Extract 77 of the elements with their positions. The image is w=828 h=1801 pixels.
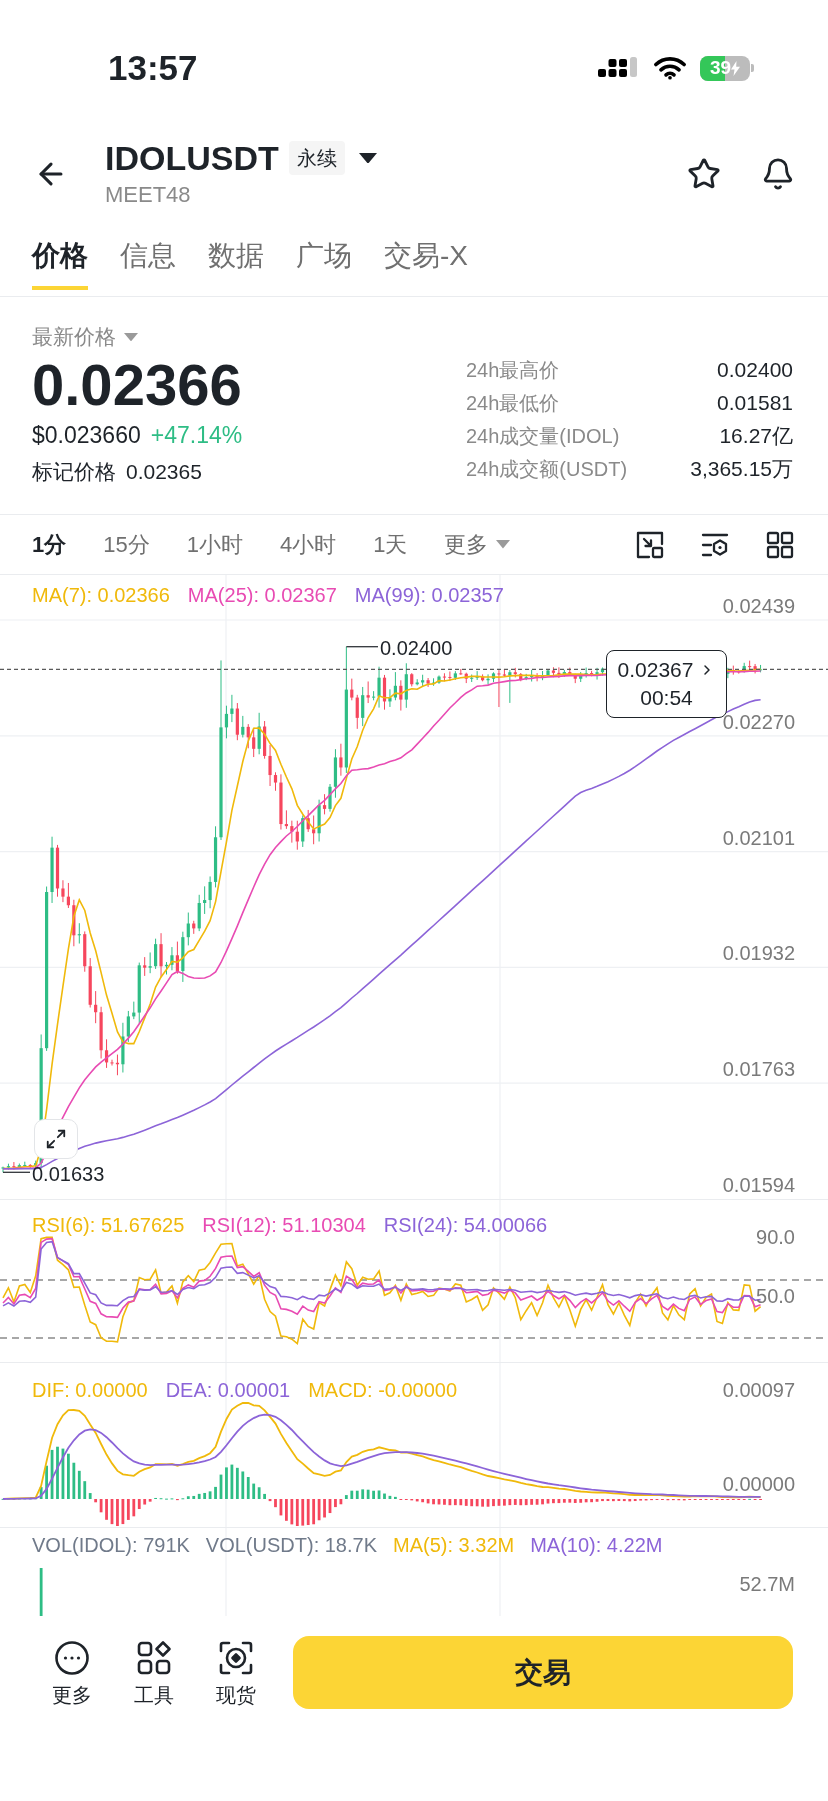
stat-label: 24h成交量(IDOL) [466, 423, 620, 449]
price-type-dropdown[interactable]: 最新价格 [32, 322, 138, 352]
caret-down-icon[interactable] [358, 152, 377, 164]
price-tag-value: 0.02367 [617, 657, 694, 683]
charging-bolt-icon [731, 60, 741, 76]
stat-value: 0.01581 [717, 389, 793, 416]
stat-value: 3,365.15万 [690, 455, 793, 482]
axis-label: 0.01763 [722, 1057, 795, 1082]
more-icon [54, 1640, 90, 1676]
axis-label: 0.02439 [722, 594, 795, 618]
interval-tab[interactable]: 1分 [32, 529, 67, 560]
indicator-value-label: VOL(IDOL): 791K [32, 1533, 190, 1557]
interval-tab[interactable]: 1天 [373, 529, 408, 560]
signal-icon [598, 57, 640, 79]
leader-line [345, 646, 379, 648]
tab[interactable]: 数据 [208, 228, 264, 296]
price-change: +47.14% [150, 421, 243, 450]
interval-tab[interactable]: 4小时 [280, 529, 337, 560]
axis-label: 0.01594 [722, 1173, 795, 1197]
countdown-timer: 00:54 [640, 685, 693, 711]
indicator-value-label: RSI(6): 51.67625 [32, 1213, 185, 1237]
stat-label: 24h成交额(USDT) [466, 456, 628, 482]
indicator-value-label: MA(7): 0.02366 [32, 583, 170, 607]
indicator-value-label: MA(99): 0.02357 [354, 583, 504, 607]
stat-label: 24h最低价 [466, 390, 560, 416]
project-name: MEET48 [105, 181, 192, 209]
stat-label: 24h最高价 [466, 357, 560, 383]
stat-value: 16.27亿 [719, 422, 793, 449]
indicator-value-label: MA(5): 3.32M [393, 1533, 515, 1557]
indicator-value-label: MA(25): 0.02367 [187, 583, 337, 607]
axis-label: 0.02101 [722, 825, 795, 850]
indicator-value-label: RSI(24): 54.00066 [383, 1213, 548, 1237]
interval-menu[interactable]: 更多 [444, 529, 511, 560]
tab[interactable]: 价格 [32, 228, 88, 296]
last-price: 0.02366 [32, 354, 242, 416]
toolbar-button[interactable]: 工具 [124, 1640, 184, 1708]
bell-icon[interactable] [761, 157, 795, 191]
indicator-value-label: VOL(USDT): 18.7K [205, 1533, 377, 1557]
expand-icon[interactable] [34, 1119, 78, 1159]
square-arrow-icon[interactable] [636, 530, 664, 559]
mark-price-value: 0.02365 [126, 459, 202, 485]
coin-scan-icon [218, 1640, 254, 1676]
axis-label: 0.00000 [722, 1472, 795, 1496]
shapes-icon [136, 1640, 172, 1676]
leader-line [2, 1171, 31, 1173]
wifi-icon [653, 56, 687, 80]
caret-down-icon [496, 540, 511, 549]
indicator-value-label: MA(10): 4.22M [530, 1533, 663, 1557]
usd-price: $0.023660 [32, 421, 141, 450]
clock-time: 13:57 [108, 47, 198, 89]
indicator-value-label: DEA: 0.00001 [165, 1378, 291, 1402]
indicator-value-label: RSI(12): 51.10304 [202, 1213, 366, 1237]
volume-bar [39, 1568, 43, 1616]
stat-value: 0.02400 [717, 356, 793, 383]
pair-symbol: IDOLUSDT [105, 138, 279, 178]
interval-tab[interactable]: 15分 [103, 529, 150, 560]
toolbar-button[interactable]: 更多 [42, 1640, 102, 1708]
mark-price-label: 标记价格 [32, 459, 116, 485]
axis-label: 0.01932 [722, 941, 795, 966]
tab[interactable]: 交易-X [384, 228, 468, 296]
tab[interactable]: 信息 [120, 228, 176, 296]
axis-label: 90.0 [756, 1225, 795, 1249]
caret-down-icon [124, 332, 138, 342]
axis-label: 0.00097 [722, 1378, 795, 1402]
star-icon[interactable] [687, 157, 721, 191]
tab[interactable]: 广场 [296, 228, 352, 296]
trade-button[interactable]: 交易 [293, 1636, 793, 1709]
low-price-label: 0.01633 [32, 1162, 105, 1186]
axis-label: 52.7M [739, 1572, 795, 1596]
toolbar-button[interactable]: 现货 [206, 1640, 266, 1708]
indicator-value-label: MACD: -0.00000 [308, 1378, 458, 1402]
high-price-label: 0.02400 [380, 636, 453, 660]
grid-icon[interactable] [766, 530, 794, 559]
interval-tab[interactable]: 1小时 [186, 529, 243, 560]
axis-label: 50.0 [756, 1284, 795, 1308]
indicator-value-label: DIF: 0.00000 [32, 1378, 148, 1402]
contract-type-tag: 永续 [288, 141, 345, 175]
